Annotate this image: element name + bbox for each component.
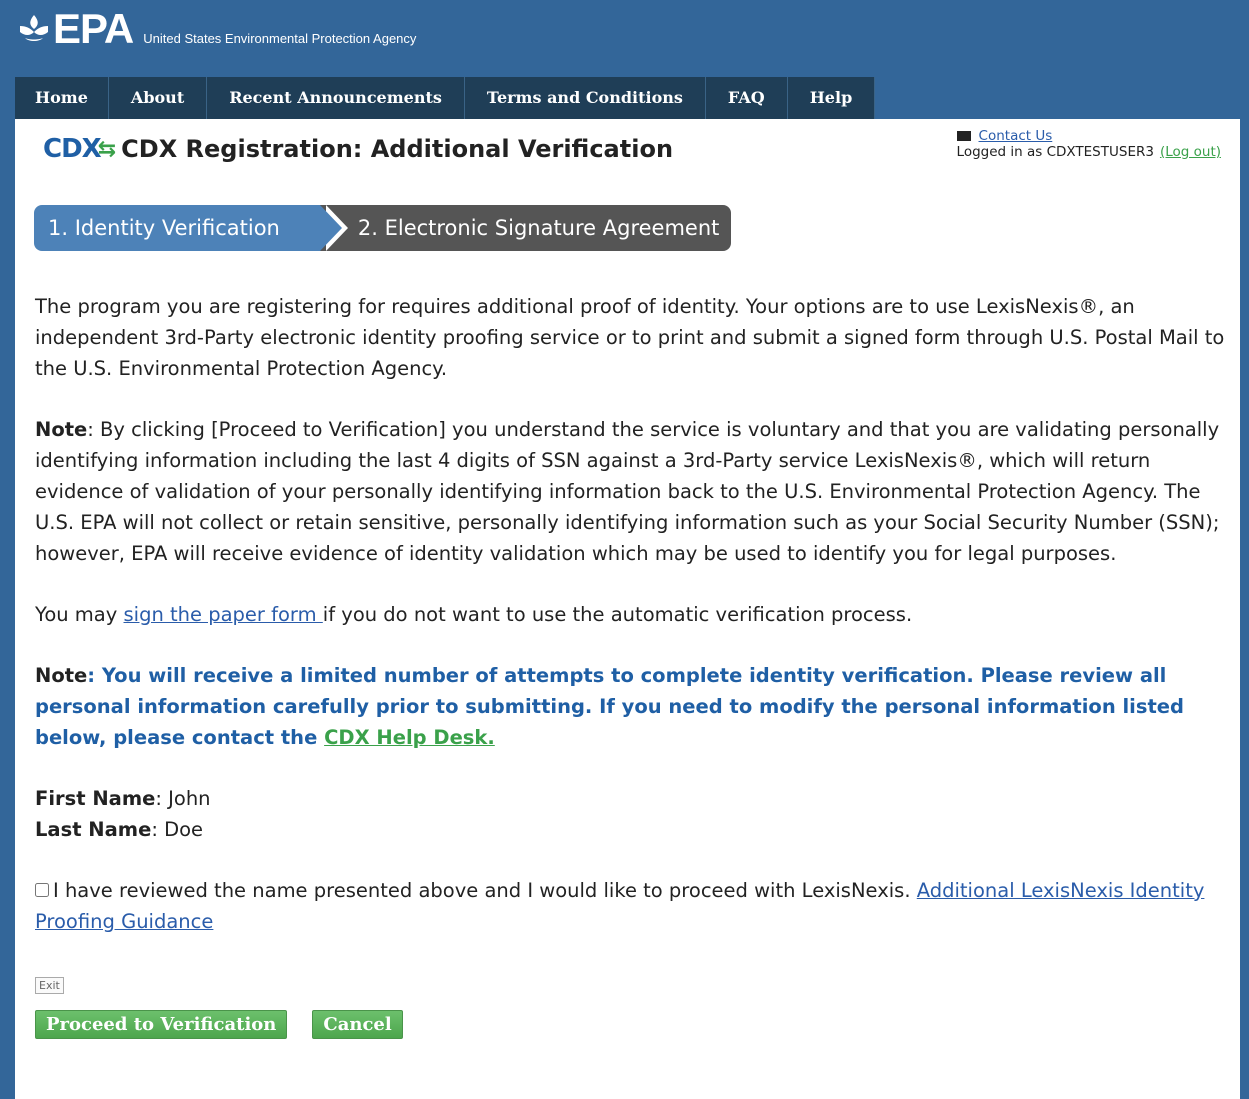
contact-row: Contact Us <box>956 128 1221 144</box>
last-name-value: : Doe <box>151 818 204 841</box>
step-identity-verification: 1. Identity Verification <box>34 205 348 251</box>
epa-flower-icon <box>20 15 48 41</box>
logged-in-text: Logged in as CDXTESTUSER3 <box>956 144 1154 160</box>
progress-steps: 1. Identity Verification 2. Electronic S… <box>34 205 732 251</box>
attempts-note: Note: You will receive a limited number … <box>35 660 1230 753</box>
cdx-arrow-icon: ⇆ <box>97 136 116 162</box>
agency-name: United States Environmental Protection A… <box>143 31 417 46</box>
action-buttons: Proceed to Verification Cancel <box>35 1010 403 1039</box>
nav-recent-announcements[interactable]: Recent Announcements <box>207 77 465 119</box>
first-name-label: First Name <box>35 787 156 810</box>
cdx-logo: CDX ⇆ <box>43 134 121 164</box>
main-panel: CDX ⇆ CDX Registration: Additional Verifi… <box>15 119 1240 1099</box>
intro-paragraph: The program you are registering for requ… <box>35 295 1225 380</box>
nav-home[interactable]: Home <box>15 77 109 119</box>
login-status: Logged in as CDXTESTUSER3 (Log out) <box>957 144 1221 160</box>
attempts-note-text: : You will receive a limited number of a… <box>35 664 1184 749</box>
cancel-button[interactable]: Cancel <box>312 1010 403 1039</box>
note-label: Note <box>35 418 88 441</box>
first-name-value: : John <box>155 787 211 810</box>
logout-link[interactable]: (Log out) <box>1160 144 1221 160</box>
epa-logo[interactable]: EPA United States Environmental Protecti… <box>17 8 416 50</box>
last-name-row: Last Name: Doe <box>35 814 1230 845</box>
content: The program you are registering for requ… <box>35 291 1230 937</box>
help-desk-link[interactable]: CDX Help Desk. <box>324 726 495 749</box>
proceed-button[interactable]: Proceed to Verification <box>35 1010 288 1039</box>
page-title: CDX Registration: Additional Verificatio… <box>121 135 674 163</box>
nav-about[interactable]: About <box>109 77 208 119</box>
paper-form-link[interactable]: sign the paper form <box>124 603 323 626</box>
paper-prefix: You may <box>35 603 124 626</box>
note-text: : By clicking [Proceed to Verification] … <box>35 418 1220 565</box>
main-nav: Home About Recent Announcements Terms an… <box>15 77 876 119</box>
nav-terms-and-conditions[interactable]: Terms and Conditions <box>465 77 706 119</box>
name-info: First Name: John Last Name: Doe <box>35 783 1230 845</box>
nav-help[interactable]: Help <box>788 77 876 119</box>
nav-faq[interactable]: FAQ <box>706 77 788 119</box>
note-paragraph: Note: By clicking [Proceed to Verificati… <box>35 414 1230 569</box>
page-header: CDX ⇆ CDX Registration: Additional Verifi… <box>43 134 673 164</box>
user-info: Contact Us Logged in as CDXTESTUSER3 (Log… <box>956 128 1221 160</box>
cdx-logo-text: CDX <box>43 134 102 164</box>
envelope-icon <box>956 131 971 141</box>
paper-suffix: if you do not want to use the automatic … <box>322 603 913 626</box>
epa-header: EPA United States Environmental Protecti… <box>5 0 1249 77</box>
attempts-note-label: Note <box>35 664 88 687</box>
review-checkbox-label: I have reviewed the name presented above… <box>53 879 917 902</box>
logo-text: EPA <box>53 5 134 52</box>
review-checkbox-row[interactable]: I have reviewed the name presented above… <box>35 875 1230 937</box>
step-electronic-signature: 2. Electronic Signature Agreement <box>317 205 732 251</box>
exit-button[interactable]: Exit <box>35 977 64 994</box>
contact-us-link[interactable]: Contact Us <box>979 128 1053 144</box>
first-name-row: First Name: John <box>35 783 1230 814</box>
last-name-label: Last Name <box>35 818 152 841</box>
paper-form-paragraph: You may sign the paper form if you do no… <box>35 599 1230 630</box>
review-checkbox[interactable] <box>35 882 49 897</box>
